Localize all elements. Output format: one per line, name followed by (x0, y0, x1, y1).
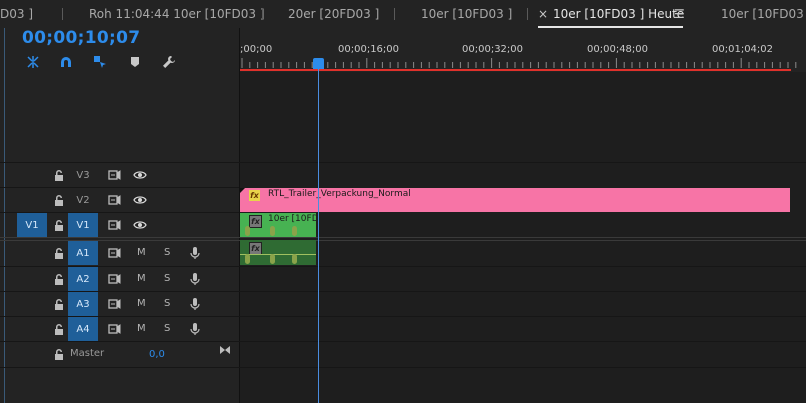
keyframe-marker (292, 226, 297, 236)
clip-name: RTL_Trailer_Verpackung_Normal (268, 189, 411, 199)
add-marker-icon[interactable] (126, 53, 144, 71)
track-name[interactable]: A3 (68, 292, 98, 316)
lock-icon[interactable] (51, 296, 67, 312)
keyframe-marker (292, 254, 297, 264)
ruler-label: 00;00;48;00 (587, 44, 649, 55)
snap-magnet-icon[interactable] (57, 53, 75, 71)
ruler-label: 00;00;16;00 (338, 44, 400, 55)
mute-button[interactable]: M (137, 323, 146, 334)
track-header-master[interactable]: Master 0,0 (0, 342, 239, 367)
source-patch-v1[interactable]: V1 (17, 213, 47, 237)
clip-rtl-trailer[interactable]: fx RTL_Trailer_Verpackung_Normal (240, 188, 790, 212)
tab-sequence-active[interactable]: 10er [10FD03 ] Heute (553, 0, 684, 28)
solo-button[interactable]: S (164, 273, 170, 284)
sync-lock-icon[interactable] (106, 321, 122, 337)
track-name[interactable]: V3 (68, 163, 98, 187)
tab-separator (62, 8, 63, 20)
clip-10er-audio[interactable]: fx (240, 240, 316, 265)
work-area-bar[interactable] (240, 69, 791, 71)
tab-menu-icon[interactable]: ☰ (674, 0, 685, 28)
tab-sequence-3[interactable]: 20er [20FD03 ] (288, 0, 379, 28)
track-header-a1[interactable]: A1 M S (0, 241, 239, 266)
ruler-label: 00;00;32;00 (462, 44, 524, 55)
lock-icon[interactable] (51, 192, 67, 208)
eye-icon[interactable] (132, 217, 148, 233)
microphone-icon[interactable] (187, 321, 203, 337)
sequence-tab-bar: D03 ] Roh 11:04:44 10er [10FD03 ] 20er [… (0, 0, 806, 28)
go-to-in-out-icon[interactable] (217, 342, 233, 358)
sync-lock-icon[interactable] (106, 217, 122, 233)
lock-icon[interactable] (51, 167, 67, 183)
lock-icon[interactable] (51, 321, 67, 337)
tab-separator (527, 8, 528, 20)
track-header-v1[interactable]: V1 V1 (0, 213, 239, 238)
clip-name: 10er [10FD0 (268, 214, 316, 224)
lock-icon[interactable] (51, 245, 67, 261)
track-header-a4[interactable]: A4 M S (0, 317, 239, 342)
tab-separator (394, 8, 395, 20)
tab-sequence-4[interactable]: 10er [10FD03 ] (421, 0, 512, 28)
track-header-a3[interactable]: A3 M S (0, 292, 239, 317)
linked-selection-icon[interactable] (91, 53, 109, 71)
solo-button[interactable]: S (164, 323, 170, 334)
clip-trim-marker (240, 188, 245, 193)
track-name[interactable]: V1 (68, 213, 98, 237)
fx-badge: fx (249, 215, 262, 228)
ruler-label: 00;01;04;02 (712, 44, 774, 55)
lock-icon[interactable] (51, 217, 67, 233)
mute-button[interactable]: M (137, 247, 146, 258)
microphone-icon[interactable] (187, 245, 203, 261)
keyframe-marker (245, 254, 250, 264)
clip-10er-video[interactable]: fx 10er [10FD0 (240, 213, 316, 237)
track-name[interactable]: A4 (68, 317, 98, 341)
solo-button[interactable]: S (164, 247, 170, 258)
mute-button[interactable]: M (137, 273, 146, 284)
sync-lock-icon[interactable] (106, 296, 122, 312)
master-label: Master (70, 348, 105, 359)
sync-lock-icon[interactable] (106, 167, 122, 183)
sync-lock-icon[interactable] (106, 192, 122, 208)
track-header-v2[interactable]: V2 (0, 188, 239, 213)
keyframe-marker (245, 226, 250, 236)
playhead-timecode[interactable]: 00;00;10;07 (22, 28, 140, 48)
keyframe-marker (270, 254, 275, 264)
tab-sequence-2[interactable]: Roh 11:04:44 10er [10FD03 ] (89, 0, 265, 28)
lock-icon[interactable] (51, 346, 67, 362)
tab-sequence-6[interactable]: 10er [10FD03 ] (721, 0, 806, 28)
sync-lock-icon[interactable] (106, 245, 122, 261)
solo-button[interactable]: S (164, 298, 170, 309)
master-volume-value[interactable]: 0,0 (149, 349, 165, 360)
playhead-handle[interactable] (313, 58, 324, 69)
microphone-icon[interactable] (187, 296, 203, 312)
playhead-line[interactable] (318, 58, 319, 403)
insert-overwrite-icon[interactable] (24, 53, 42, 71)
eye-icon[interactable] (132, 167, 148, 183)
eye-icon[interactable] (132, 192, 148, 208)
tab-separator (262, 8, 263, 20)
tab-sequence-1[interactable]: D03 ] (0, 0, 33, 28)
wrench-icon[interactable] (160, 53, 178, 71)
microphone-icon[interactable] (187, 271, 203, 287)
lock-icon[interactable] (51, 271, 67, 287)
sync-lock-icon[interactable] (106, 271, 122, 287)
fx-badge: fx (249, 190, 260, 201)
track-header-a2[interactable]: A2 M S (0, 267, 239, 292)
volume-rubber-band[interactable] (240, 254, 316, 255)
close-tab-icon[interactable]: × (538, 0, 548, 28)
mute-button[interactable]: M (137, 298, 146, 309)
keyframe-marker (270, 226, 275, 236)
track-name[interactable]: A1 (68, 241, 98, 265)
track-name[interactable]: A2 (68, 267, 98, 291)
ruler-label: ;00;00 (240, 44, 273, 55)
track-separator (0, 367, 806, 368)
track-name[interactable]: V2 (68, 188, 98, 212)
track-header-v3[interactable]: V3 (0, 163, 239, 188)
